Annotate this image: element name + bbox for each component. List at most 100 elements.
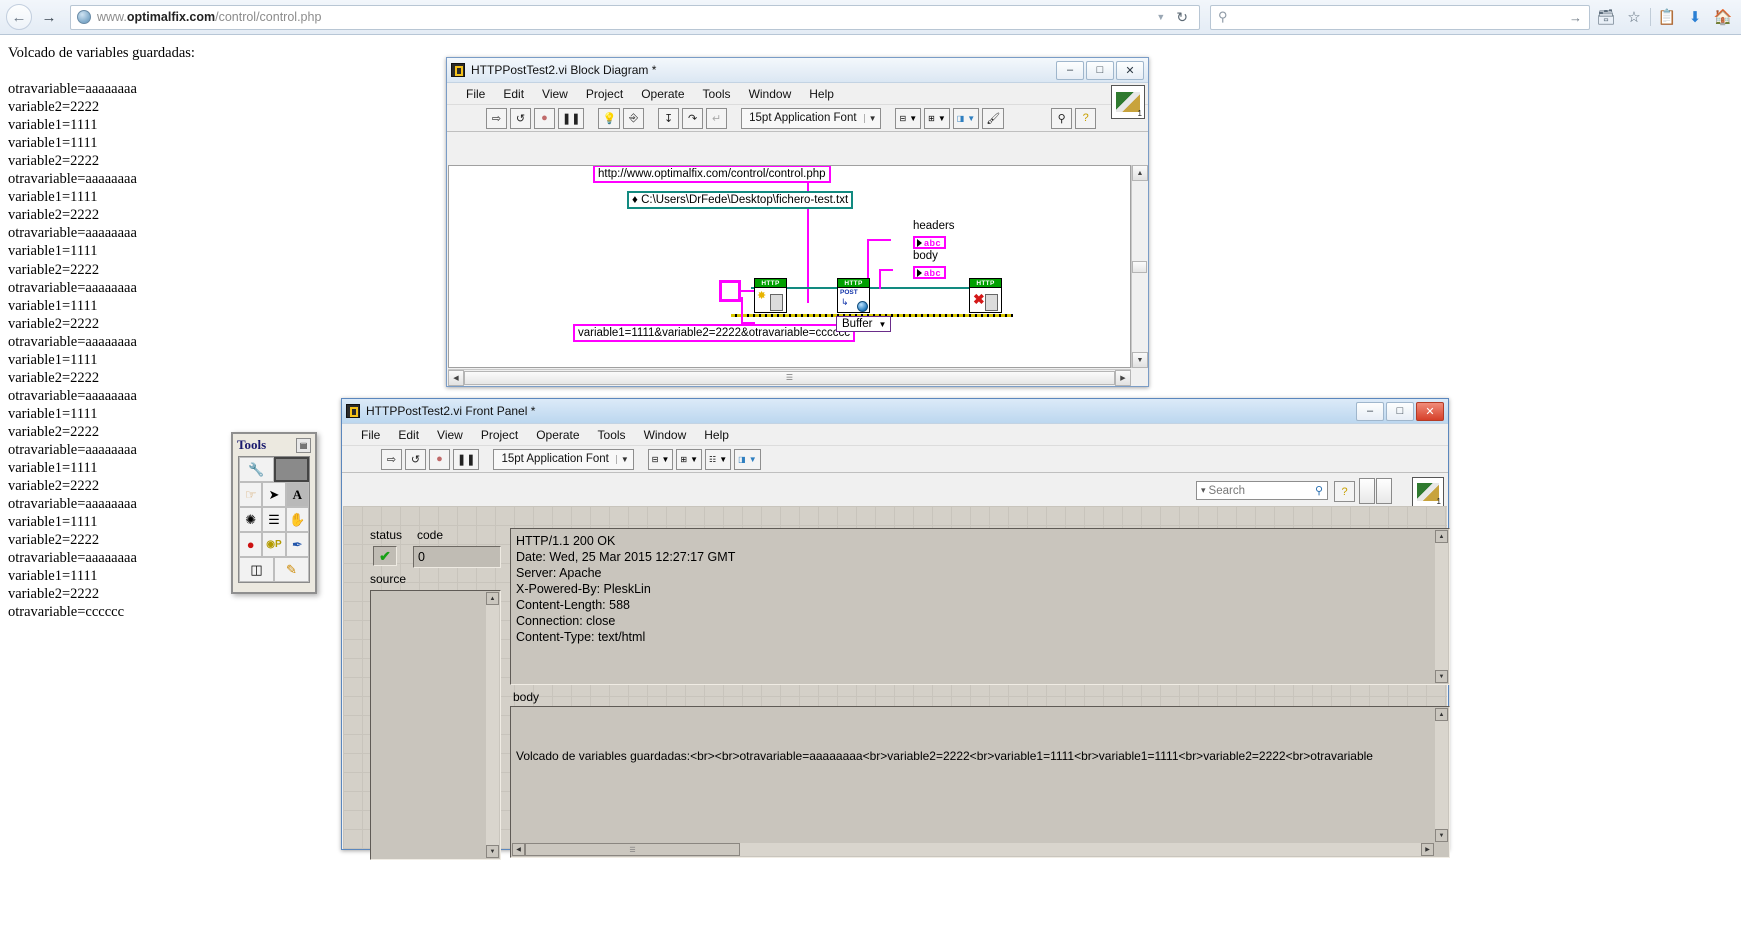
abort-stop-icon[interactable]: ● xyxy=(534,107,555,129)
cleanup-diagram-icon[interactable]: 🖌 xyxy=(982,107,1005,129)
front-panel-menu-view[interactable]: View xyxy=(428,426,472,444)
body-hscrollbar[interactable]: ◀ ☰ ▶ xyxy=(512,843,1434,856)
source-string-indicator[interactable]: ▲ ▼ xyxy=(370,590,501,860)
front-panel-window[interactable]: HTTPPostTest2.vi Front Panel * – □ ✕ Fil… xyxy=(341,398,1450,860)
font-selector[interactable]: 15pt Application Font ▼ xyxy=(493,448,634,470)
chevron-down-icon[interactable]: ▼ xyxy=(1156,12,1165,22)
distribute-objects-icon[interactable]: ⊞ ▼ xyxy=(924,107,950,129)
block-diagram-menu-help[interactable]: Help xyxy=(800,85,843,103)
vi-icon-pane[interactable]: 1 xyxy=(1412,477,1444,507)
vi-icon-pane[interactable]: 1 xyxy=(1111,85,1145,119)
headers-vscrollbar[interactable]: ▲ ▼ xyxy=(1435,530,1448,683)
step-out-icon[interactable]: ↵ xyxy=(706,107,728,129)
connect-wire-tool[interactable]: ✺ xyxy=(239,507,263,532)
front-panel-menu-project[interactable]: Project xyxy=(472,426,527,444)
tools-palette[interactable]: Tools ▤ 🔧 ☞ ➤ A ✺ ☰ ✋ ● ◉P ✒ ◫ ✎ xyxy=(231,432,317,594)
extension-icon[interactable]: 🗃 xyxy=(1594,5,1618,29)
scroll-right-icon[interactable]: ▶ xyxy=(1115,369,1131,386)
abort-stop-icon[interactable]: ● xyxy=(429,448,450,470)
block-diagram-menu-window[interactable]: Window xyxy=(740,85,801,103)
panel-grid-icon-1[interactable] xyxy=(1359,478,1375,504)
minimize-button[interactable]: – xyxy=(1056,60,1084,80)
http-open-handle-node[interactable]: HTTP ✸ xyxy=(754,278,787,313)
run-continuous-icon[interactable]: ↺ xyxy=(510,107,531,129)
reload-icon[interactable]: ↻ xyxy=(1171,9,1193,26)
chevron-down-icon[interactable]: ▼ xyxy=(615,454,633,464)
scroll-left-icon[interactable]: ◀ xyxy=(448,369,464,386)
align-objects-icon[interactable]: ⊟ ▼ xyxy=(647,448,674,470)
headers-indicator[interactable]: abc xyxy=(913,236,947,249)
scroll-window-tool[interactable]: ✋ xyxy=(285,507,309,532)
run-continuous-icon[interactable]: ↺ xyxy=(405,448,426,470)
body-hscroll-thumb[interactable]: ☰ xyxy=(525,843,740,856)
scroll-up-icon[interactable]: ▲ xyxy=(1435,708,1448,721)
scroll-down-icon[interactable]: ▼ xyxy=(1435,670,1448,683)
block-diagram-menu-file[interactable]: File xyxy=(457,85,494,103)
close-button[interactable]: ✕ xyxy=(1116,60,1144,80)
block-diagram-menu-edit[interactable]: Edit xyxy=(494,85,533,103)
operate-value-hand-tool[interactable]: ☞ xyxy=(239,482,263,507)
hscroll-thumb[interactable]: ☰ xyxy=(464,370,1115,385)
forward-arrow-icon[interactable]: → xyxy=(36,4,62,30)
set-clear-breakpoint-tool[interactable]: ● xyxy=(239,532,263,557)
http-close-handle-node[interactable]: HTTP ✖ xyxy=(969,278,1002,313)
search-icon[interactable]: ⚲ xyxy=(1315,484,1323,497)
get-color-tool[interactable]: ✒ xyxy=(285,532,309,557)
file-path-constant[interactable]: ♦ C:\Users\DrFede\Desktop\fichero-test.t… xyxy=(627,191,854,209)
paint-brush-tool[interactable]: ✎ xyxy=(274,557,309,582)
distribute-objects-icon[interactable]: ⊞ ▼ xyxy=(676,448,703,470)
automatic-tool-selection[interactable]: 🔧 xyxy=(239,457,274,482)
code-numeric-indicator[interactable]: 0 xyxy=(413,546,501,568)
downloads-icon[interactable]: ⬇ xyxy=(1683,5,1707,29)
back-arrow-icon[interactable]: ← xyxy=(6,4,32,30)
front-panel-menu-help[interactable]: Help xyxy=(695,426,738,444)
close-button[interactable]: ✕ xyxy=(1416,401,1444,421)
maximize-button[interactable]: □ xyxy=(1386,401,1414,421)
block-diagram-menu-tools[interactable]: Tools xyxy=(694,85,740,103)
front-panel-menu-file[interactable]: File xyxy=(352,426,389,444)
font-selector[interactable]: 15pt Application Font ▼ xyxy=(741,107,882,129)
step-into-icon[interactable]: ↧ xyxy=(658,107,680,129)
retain-wire-values-icon[interactable]: ⎆ xyxy=(623,107,645,129)
chevron-down-icon[interactable]: ▼ xyxy=(863,113,881,123)
tool-indicator-bar[interactable] xyxy=(273,457,309,482)
block-diagram-menu-project[interactable]: Project xyxy=(577,85,632,103)
bookmark-star-icon[interactable]: ☆ xyxy=(1622,5,1646,29)
scroll-down-icon[interactable]: ▼ xyxy=(1132,352,1148,368)
front-panel-titlebar[interactable]: HTTPPostTest2.vi Front Panel * – □ ✕ xyxy=(342,399,1448,424)
scroll-up-icon[interactable]: ▲ xyxy=(1132,165,1148,181)
context-help-icon[interactable]: ? xyxy=(1334,481,1355,502)
pause-icon[interactable]: ❚❚ xyxy=(558,107,585,129)
block-diagram-menu-view[interactable]: View xyxy=(533,85,577,103)
chevron-down-icon[interactable]: ▼ xyxy=(878,320,886,329)
reorder-icon[interactable]: ◨ ▼ xyxy=(734,448,761,470)
search-input[interactable]: ⚲ → xyxy=(1210,4,1590,30)
block-diagram-window[interactable]: HTTPPostTest2.vi Block Diagram * – □ ✕ F… xyxy=(446,57,1149,387)
front-panel-menu-window[interactable]: Window xyxy=(635,426,696,444)
front-panel-search-input[interactable]: ▾ Search ⚲ xyxy=(1196,481,1328,500)
edit-text-tool[interactable]: A xyxy=(285,482,309,507)
run-arrow-icon[interactable]: ⇨ xyxy=(381,448,402,470)
set-color-foreground-background[interactable]: ◫ xyxy=(239,557,274,582)
resize-objects-icon[interactable]: ☷ ▼ xyxy=(705,448,732,470)
reorder-icon[interactable]: ◨ ▼ xyxy=(952,107,980,129)
front-panel-menu-tools[interactable]: Tools xyxy=(589,426,635,444)
arrow-right-icon[interactable]: → xyxy=(1569,10,1582,25)
body-indicator[interactable]: abc xyxy=(913,266,947,279)
search-icon[interactable]: ⚲ xyxy=(1051,107,1073,129)
source-vscrollbar[interactable]: ▲ ▼ xyxy=(486,592,499,858)
pause-icon[interactable]: ❚❚ xyxy=(453,448,480,470)
home-icon[interactable]: 🏠 xyxy=(1711,5,1735,29)
vscroll-thumb[interactable] xyxy=(1132,260,1147,273)
front-panel-menu-edit[interactable]: Edit xyxy=(389,426,428,444)
scroll-up-icon[interactable]: ▲ xyxy=(486,592,499,605)
status-boolean-indicator[interactable]: ✔ xyxy=(373,546,397,566)
scroll-left-icon[interactable]: ◀ xyxy=(512,843,525,856)
context-help-icon[interactable]: ? xyxy=(1075,107,1097,129)
block-diagram-canvas[interactable]: http://www.optimalfix.com/control/contro… xyxy=(448,165,1131,368)
body-vscrollbar[interactable]: ▲ ▼ xyxy=(1435,708,1448,842)
headers-string-indicator[interactable]: HTTP/1.1 200 OK Date: Wed, 25 Mar 2015 1… xyxy=(510,528,1450,685)
client-handle-constant[interactable] xyxy=(719,280,741,302)
run-arrow-icon[interactable]: ⇨ xyxy=(486,107,507,129)
maximize-button[interactable]: □ xyxy=(1086,60,1114,80)
